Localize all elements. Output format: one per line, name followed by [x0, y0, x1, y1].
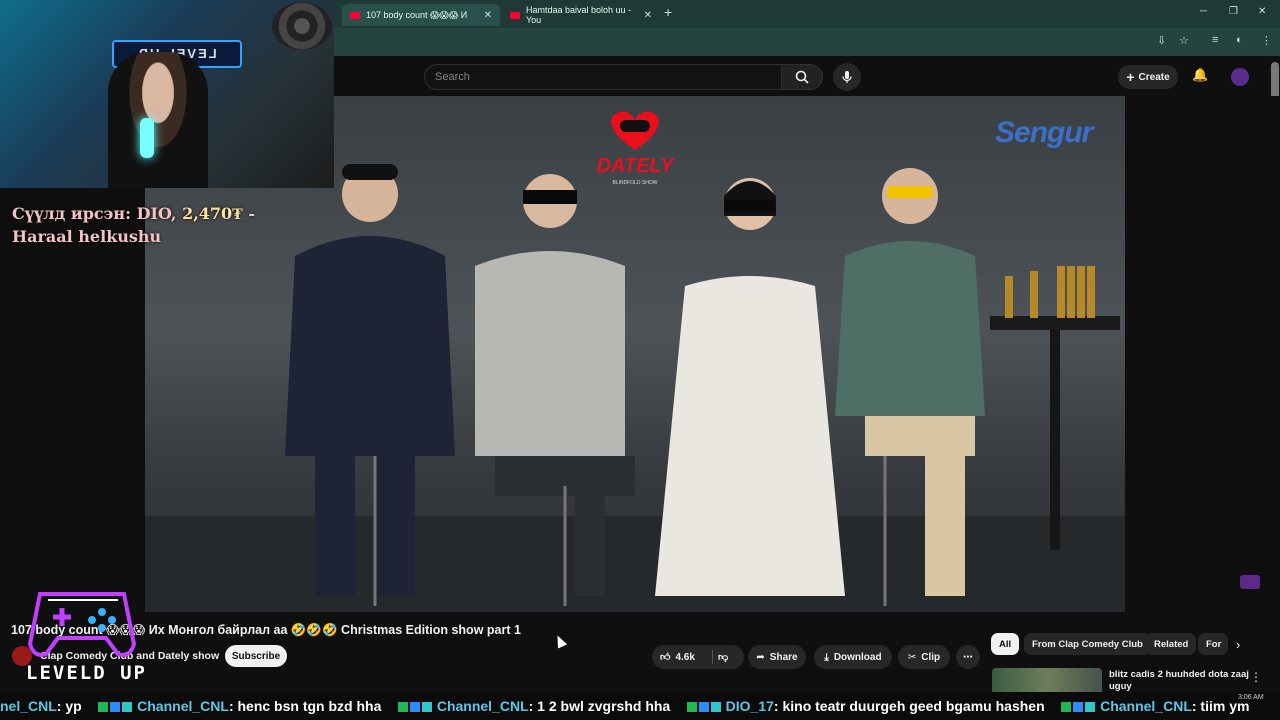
ticker-item: Channel_CNL: henc bsn tgn bzd hha [137, 698, 381, 714]
chat-badge-icon [110, 702, 121, 712]
like-count: 4.6k [675, 651, 695, 663]
gamepad-icon [27, 592, 137, 657]
youtube-favicon-icon [350, 11, 360, 19]
ticker-message: : 1 2 bwl zvgrshd hha [528, 698, 671, 714]
close-tab-icon[interactable]: ✕ [644, 10, 652, 21]
stream-badge-icon [1240, 575, 1260, 589]
ticker-user: nel_CNL [0, 698, 57, 714]
thumbs-down-icon[interactable]: 👎︎ [718, 651, 728, 663]
chip-for-you[interactable]: For [1198, 633, 1228, 655]
share-icon: ➦ [756, 651, 765, 663]
leveld-up-text: LEVELD UP [26, 662, 147, 684]
ticker-user: DIO_17 [725, 698, 774, 714]
dartboard [272, 2, 332, 50]
chat-badge-icon [710, 702, 721, 712]
notifications-bell-icon[interactable]: 🔔 [1192, 67, 1208, 83]
mouse-cursor [552, 633, 568, 649]
clip-label: Clip [921, 651, 941, 663]
thumbs-up-icon[interactable]: 👍︎ [660, 651, 670, 663]
plus-icon[interactable]: + [664, 4, 672, 20]
minimize-icon[interactable]: ─ [1200, 6, 1207, 17]
chat-badge-icon [1073, 702, 1084, 712]
streamer-webcam: LEVEL UP [0, 0, 334, 188]
microphone-icon [842, 71, 852, 83]
media-controls-icon[interactable]: ≡ [1212, 34, 1218, 46]
more-horizontal-icon: ⋯ [963, 651, 973, 663]
account-avatar[interactable] [1231, 68, 1249, 86]
sengur-logo: Sengur [995, 116, 1093, 149]
create-label: Create [1138, 71, 1170, 83]
clip-button[interactable]: ✂ Clip [898, 645, 950, 669]
chat-badge-icon [1061, 702, 1072, 712]
ticker-user: Channel_CNL [436, 698, 529, 714]
search-icon [795, 70, 809, 84]
last-donation-overlay: Сүүлд ирсэн: DIO, 2,470₮ - Haraal helkus… [12, 202, 332, 248]
create-button[interactable]: + Create [1118, 65, 1178, 89]
download-button[interactable]: ⤓ Download [814, 645, 892, 669]
browser-tab[interactable]: Hamtdaa baival boloh uu - You ✕ [502, 4, 660, 26]
tab-title: 107 body count 😱😱😱 И [366, 9, 468, 20]
recommendation-title[interactable]: blitz cadis 2 huuhded dota zaaj uguy [1109, 669, 1249, 693]
leveld-up-logo: LEVELD UP [22, 584, 162, 692]
recommendation-menu-icon[interactable]: ⋮ [1250, 670, 1262, 684]
ticker-item: DIO_17: kino teatr duurgeh geed bgamu ha… [726, 698, 1045, 714]
download-label: Download [833, 651, 882, 663]
chat-badge-icon [98, 702, 109, 712]
subscribe-button[interactable]: Subscribe [225, 645, 287, 667]
chat-badge-icon [409, 702, 420, 712]
ticker-message: : yp [56, 698, 82, 714]
browser-menu-icon[interactable]: ⋮ [1261, 34, 1272, 47]
browser-tab-active[interactable]: 107 body count 😱😱😱 И ✕ [342, 4, 500, 26]
chat-badge-icon [698, 702, 709, 712]
ticker-user: Channel_CNL [1100, 698, 1192, 714]
ticker-user: Channel_CNL [137, 698, 229, 714]
chat-badge-icon [421, 702, 432, 712]
plus-icon: + [1126, 69, 1135, 85]
restore-icon[interactable]: ❐ [1229, 6, 1238, 17]
bookmark-star-icon[interactable]: ☆ [1179, 34, 1189, 47]
download-icon: ⤓ [824, 651, 829, 663]
tab-title: Hamtdaa baival boloh uu - You [526, 5, 632, 25]
donation-suffix: - [242, 204, 256, 223]
streamer [108, 52, 208, 188]
chat-badge-icon [122, 702, 133, 712]
chip-all[interactable]: All [991, 633, 1020, 655]
more-actions-button[interactable]: ⋯ [956, 645, 980, 669]
system-clock: 3:06 AM [1238, 694, 1264, 701]
install-app-icon[interactable]: ⇩ [1157, 34, 1166, 47]
donation-amount: 2,470₮ [182, 204, 243, 223]
ticker-message: : henc bsn tgn bzd hha [228, 698, 382, 714]
ticker-message: : kino teatr duurgeh geed bgamu hashen [773, 698, 1045, 714]
scissors-icon: ✂ [907, 651, 917, 663]
voice-search-button[interactable] [833, 63, 861, 91]
microphone-light [140, 118, 154, 158]
share-label: Share [769, 651, 798, 663]
share-button[interactable]: ➦ Share [748, 645, 806, 669]
chat-badge-icon [686, 702, 697, 712]
ticker-item: nel_CNL: yp [0, 698, 82, 714]
chat-badge-icon [397, 702, 408, 712]
chat-badge-icon [1085, 702, 1096, 712]
address-bar[interactable] [334, 28, 1280, 56]
profile-icon[interactable]: ◐ [1236, 34, 1243, 46]
close-window-icon[interactable]: ✕ [1258, 6, 1266, 17]
chevron-right-icon[interactable]: › [1236, 637, 1240, 652]
donation-prefix: Сүүлд ирсэн: DIO, [12, 204, 183, 223]
secondary-column [1125, 96, 1280, 612]
donation-name: Haraal helkushu [12, 227, 162, 246]
close-tab-icon[interactable]: ✕ [484, 10, 492, 21]
youtube-favicon-icon [510, 11, 520, 19]
like-divider [712, 650, 713, 664]
ticker-item: Channel_CNL: 1 2 bwl zvgrshd hha [437, 698, 670, 714]
like-dislike-group[interactable]: 👍︎ 4.6k 👎︎ [652, 645, 744, 669]
chip-from-channel[interactable]: From Clap Comedy Club [1024, 633, 1151, 655]
search-input[interactable]: Search [424, 64, 782, 90]
ticker-item: Channel_CNL: tiim ym [1100, 698, 1249, 714]
chip-related[interactable]: Related [1146, 633, 1197, 655]
search-button[interactable] [781, 64, 823, 90]
chat-ticker: nel_CNL: yp Channel_CNL: henc bsn tgn bz… [0, 692, 1280, 720]
